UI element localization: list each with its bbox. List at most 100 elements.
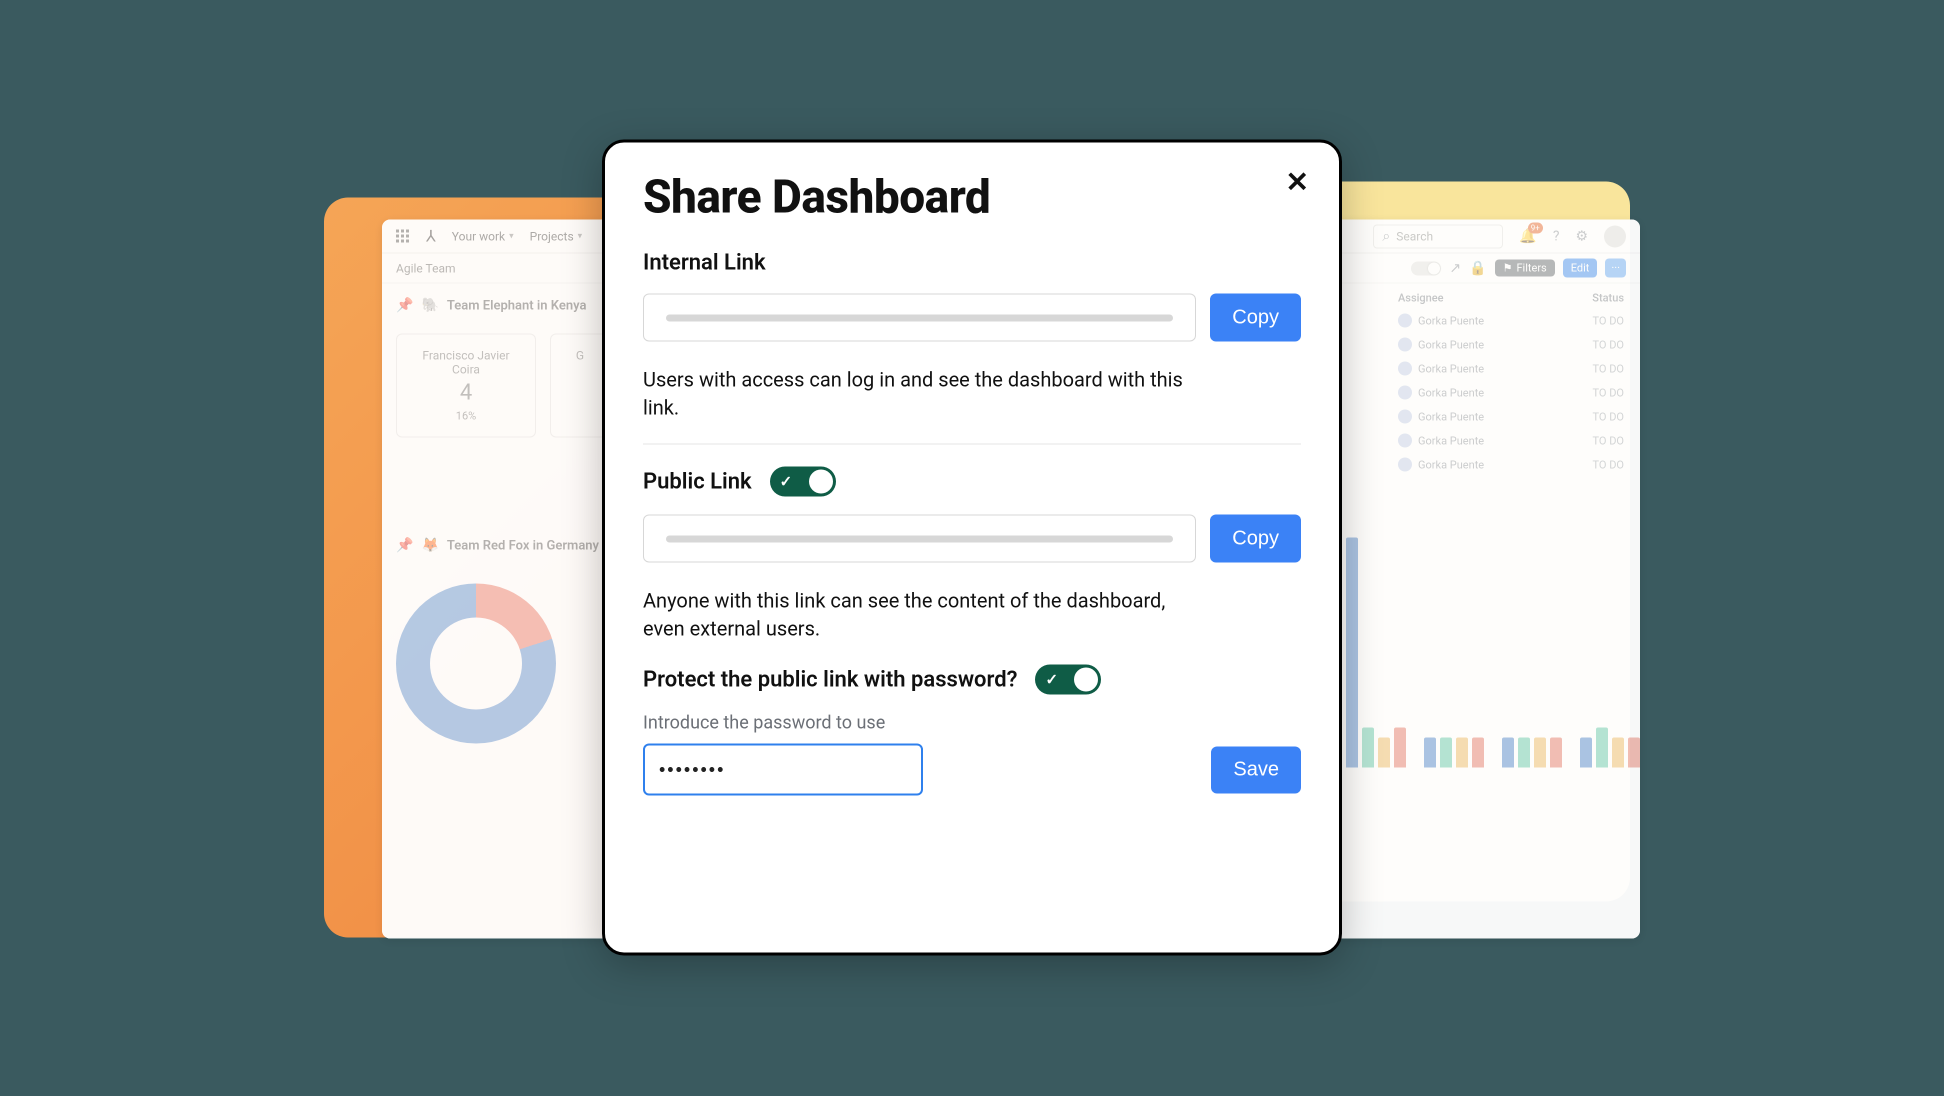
filters-label: Filters bbox=[1516, 262, 1546, 275]
assignee-table: Assignee Status Gorka PuenteTO DOGorka P… bbox=[1396, 288, 1626, 477]
search-placeholder: Search bbox=[1396, 229, 1433, 243]
bar bbox=[1518, 738, 1530, 768]
bar bbox=[1596, 728, 1608, 768]
subbar-toggle[interactable] bbox=[1411, 261, 1441, 275]
section-redfox-label: Team Red Fox in Germany bbox=[447, 538, 599, 553]
bar bbox=[1628, 738, 1640, 768]
filters-button[interactable]: ⚑ Filters bbox=[1495, 260, 1555, 277]
close-button[interactable]: ✕ bbox=[1286, 169, 1309, 197]
public-link-toggle[interactable]: ✓ bbox=[770, 467, 836, 497]
bar-group bbox=[1502, 738, 1562, 768]
protect-password-label: Protect the public link with password? bbox=[643, 667, 1017, 692]
assignee-name: Gorka Puente bbox=[1418, 410, 1484, 423]
table-row[interactable]: Gorka PuenteTO DO bbox=[1396, 381, 1626, 405]
notifications-button[interactable]: 🔔 9+ bbox=[1519, 228, 1536, 244]
bar-group bbox=[1424, 738, 1484, 768]
status-badge: TO DO bbox=[1593, 314, 1625, 327]
bar bbox=[1424, 738, 1436, 768]
nav-projects[interactable]: Projects ▾ bbox=[530, 229, 583, 243]
gear-icon[interactable]: ⚙ bbox=[1575, 228, 1588, 244]
public-link-label: Public Link bbox=[643, 469, 752, 494]
pin-icon: 📌 bbox=[396, 538, 413, 554]
chevron-down-icon: ▾ bbox=[509, 231, 514, 241]
assignee-name: Gorka Puente bbox=[1418, 458, 1484, 471]
search-input[interactable]: ⌕ Search bbox=[1373, 224, 1503, 248]
check-icon: ✓ bbox=[1045, 671, 1058, 689]
link-placeholder bbox=[666, 314, 1173, 321]
avatar-dot bbox=[1398, 314, 1412, 328]
save-button[interactable]: Save bbox=[1211, 746, 1301, 793]
bar bbox=[1456, 738, 1468, 768]
avatar-dot bbox=[1398, 458, 1412, 472]
pin-icon: 📌 bbox=[396, 298, 413, 314]
check-icon: ✓ bbox=[780, 473, 793, 491]
avatar[interactable] bbox=[1604, 225, 1626, 247]
table-row[interactable]: Gorka Puente TO DO bbox=[1396, 405, 1626, 429]
nav-your-work[interactable]: Your work ▾ bbox=[452, 229, 514, 243]
search-icon: ⌕ bbox=[1382, 228, 1390, 244]
table-row[interactable]: Gorka Puente TO DO bbox=[1396, 333, 1626, 357]
modal-title: Share Dashboard bbox=[643, 171, 1301, 225]
app-logo-icon: ⅄ bbox=[426, 227, 436, 246]
stat-card[interactable]: G bbox=[550, 334, 610, 438]
stat-num: 4 bbox=[415, 381, 517, 406]
stat-card[interactable]: Francisco Javier Coira 4 16% bbox=[396, 334, 536, 438]
bar bbox=[1550, 738, 1562, 768]
table-row[interactable]: Gorka Puente TO DO bbox=[1396, 309, 1626, 333]
notif-count: 9+ bbox=[1528, 222, 1543, 233]
assignee-name: Gorka Puente bbox=[1418, 434, 1484, 447]
table-row[interactable]: Gorka Puente TO DO bbox=[1396, 453, 1626, 477]
password-field-label: Introduce the password to use bbox=[643, 713, 1301, 734]
protect-password-toggle[interactable]: ✓ bbox=[1035, 665, 1101, 695]
chevron-down-icon: ▾ bbox=[578, 231, 583, 241]
edit-button[interactable]: Edit bbox=[1563, 259, 1598, 278]
assignee-name: Gorka Puente bbox=[1418, 314, 1484, 327]
stat-name: Francisco Javier Coira bbox=[415, 349, 517, 377]
elephant-icon: 🐘 bbox=[421, 298, 438, 314]
bar bbox=[1580, 738, 1592, 768]
share-icon[interactable]: ↗ bbox=[1449, 260, 1461, 276]
copy-internal-button[interactable]: Copy bbox=[1210, 294, 1301, 342]
status-badge: TO DO bbox=[1593, 458, 1625, 471]
avatar-dot bbox=[1398, 338, 1412, 352]
bar bbox=[1362, 728, 1374, 768]
breadcrumb[interactable]: Agile Team bbox=[396, 261, 456, 275]
bar-group bbox=[1580, 728, 1640, 768]
more-button[interactable]: ··· bbox=[1605, 259, 1626, 278]
avatar-dot bbox=[1398, 434, 1412, 448]
bar bbox=[1534, 738, 1546, 768]
bar bbox=[1394, 728, 1406, 768]
bar bbox=[1346, 538, 1358, 768]
assignee-name: Gorka Puente bbox=[1418, 362, 1484, 375]
avatar-dot bbox=[1398, 386, 1412, 400]
public-link-input[interactable] bbox=[643, 515, 1196, 563]
lock-icon[interactable]: 🔒 bbox=[1469, 260, 1486, 276]
status-badge: TO DO bbox=[1593, 434, 1625, 447]
status-badge: TO DO bbox=[1593, 386, 1625, 399]
grouped-bar-chart bbox=[1346, 498, 1626, 778]
table-row[interactable]: Gorka Puente TO DO bbox=[1396, 429, 1626, 453]
avatar-dot bbox=[1398, 410, 1412, 424]
copy-public-button[interactable]: Copy bbox=[1210, 515, 1301, 563]
status-badge: TO DO bbox=[1593, 338, 1625, 351]
filter-icon: ⚑ bbox=[1503, 262, 1513, 275]
share-dashboard-modal: ✕ Share Dashboard Internal Link Copy Use… bbox=[602, 140, 1342, 956]
bar bbox=[1378, 738, 1390, 768]
help-icon[interactable]: ? bbox=[1553, 228, 1560, 244]
fox-icon: 🦊 bbox=[421, 538, 438, 554]
divider bbox=[643, 444, 1301, 445]
public-link-desc: Anyone with this link can see the conten… bbox=[643, 587, 1203, 643]
assignee-name: Gorka Puente bbox=[1418, 338, 1484, 351]
close-icon: ✕ bbox=[1286, 166, 1309, 199]
col-status: Status bbox=[1592, 292, 1624, 305]
password-input[interactable] bbox=[643, 744, 923, 796]
avatar-dot bbox=[1398, 362, 1412, 376]
bar bbox=[1440, 738, 1452, 768]
stat-name: G bbox=[569, 349, 591, 363]
status-badge: TO DO bbox=[1593, 410, 1625, 423]
apps-grid-icon[interactable] bbox=[396, 229, 410, 243]
table-row[interactable]: Gorka PuenteTO DO bbox=[1396, 357, 1626, 381]
bar bbox=[1472, 738, 1484, 768]
internal-link-input[interactable] bbox=[643, 294, 1196, 342]
bar bbox=[1502, 738, 1514, 768]
